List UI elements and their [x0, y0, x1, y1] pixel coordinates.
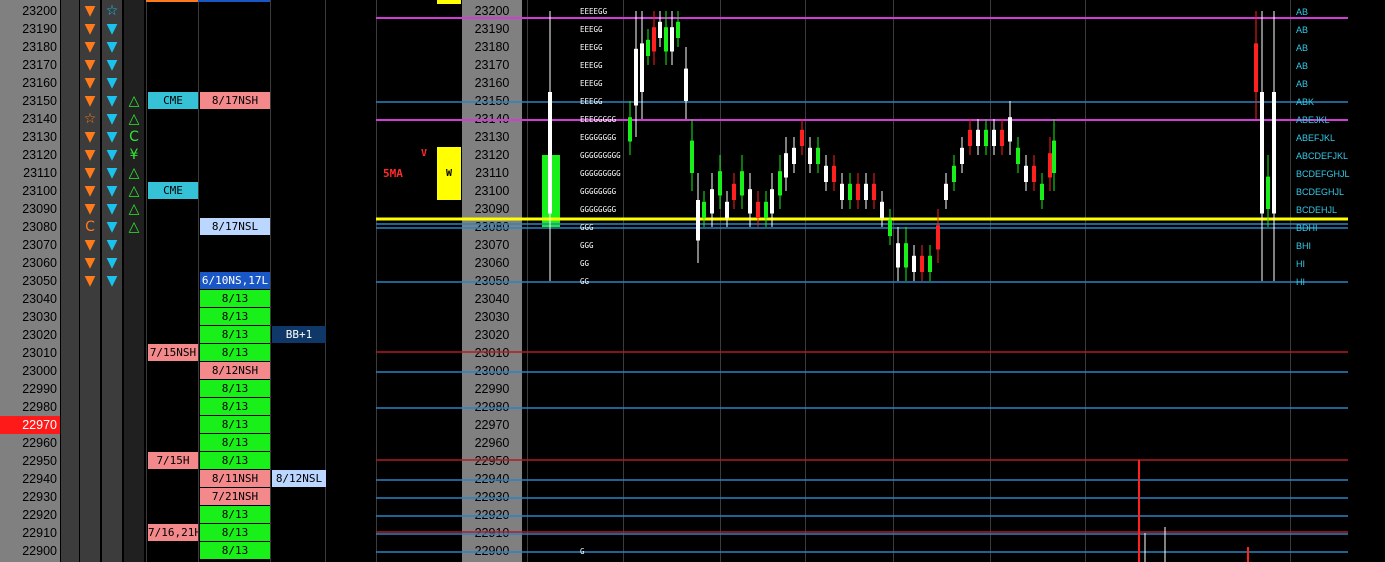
candle-body [808, 147, 812, 164]
candle-body [1032, 165, 1036, 182]
candle-body [676, 21, 680, 38]
candle-body [725, 201, 729, 218]
candle-body [896, 243, 900, 268]
profile-letters: HI [1296, 277, 1305, 287]
candle-body [740, 171, 744, 196]
tpo-letters: GGGGGGGGG [580, 169, 621, 178]
candle-body [548, 92, 552, 214]
candle-body [920, 255, 924, 272]
candle-body [800, 129, 804, 146]
tpo-letters: G [580, 547, 585, 556]
candle-body [840, 183, 844, 200]
candle-body [778, 171, 782, 196]
candle-body [904, 243, 908, 268]
tpo-letters: GG [580, 277, 590, 286]
candle-body [992, 129, 996, 146]
candle-body [1016, 147, 1020, 164]
candle-body [784, 153, 788, 178]
candle-body [732, 183, 736, 200]
candle-body [764, 201, 768, 218]
candle-body [646, 39, 650, 56]
candle-body [968, 129, 972, 146]
candle-body [634, 48, 638, 106]
candle-body [718, 171, 722, 196]
candle-body [1266, 176, 1270, 209]
candle-body [652, 27, 656, 52]
candle-body [1000, 129, 1004, 146]
candle-body [832, 165, 836, 182]
candle-body [748, 189, 752, 214]
profile-letters: BCDEHJL [1296, 205, 1338, 215]
tpo-letters: EEEGG [580, 43, 603, 52]
candle-body [684, 68, 688, 101]
tpo-letters: EEEGG [580, 79, 603, 88]
profile-letters: ABK [1296, 97, 1315, 107]
candle-body [640, 43, 644, 92]
candle-body [770, 189, 774, 214]
profile-letters: AB [1296, 25, 1309, 35]
profile-letters: BCDEFGHJL [1296, 169, 1350, 179]
tpo-letters: GGG [580, 241, 594, 250]
profile-letters: HI [1296, 259, 1305, 269]
candle-body [856, 183, 860, 200]
profile-letters: ABCDEFJKL [1296, 151, 1349, 161]
chart-canvas [376, 11, 1348, 562]
tpo-letters: EEEGG [580, 61, 603, 70]
tpo-letters: GGG [580, 223, 594, 232]
profile-letters: AB [1296, 61, 1309, 71]
candle-body [1254, 43, 1258, 92]
candle-body [628, 117, 632, 142]
tpo-letters: GGGGGGGGG [580, 151, 621, 160]
tpo-letters: EEEEGG [580, 7, 608, 16]
candle-body [1008, 117, 1012, 142]
candle-body [944, 183, 948, 200]
candle-body [848, 183, 852, 200]
candle-body [824, 165, 828, 182]
candle-body [792, 147, 796, 164]
candle-body [702, 201, 706, 218]
candle-body [1272, 92, 1276, 214]
candle-body [1040, 183, 1044, 200]
candle-body [710, 189, 714, 214]
tpo-letters: GGGGGGGG [580, 187, 617, 196]
candle-body [1024, 165, 1028, 182]
candle-body [1052, 140, 1056, 173]
candle-body [756, 201, 760, 218]
candle-body [888, 219, 892, 236]
candle-body [984, 129, 988, 146]
candle-body [960, 147, 964, 164]
candle-body [658, 21, 662, 38]
profile-letters: AB [1296, 7, 1309, 17]
tpo-letters: GGGGGGGG [580, 205, 617, 214]
profile-letters: ABEFJKL [1296, 133, 1336, 143]
tpo-letters: EEEGGGGG [580, 115, 617, 124]
profile-letters: BDHI [1296, 223, 1318, 233]
profile-letters: BHI [1296, 241, 1312, 251]
candle-body [872, 183, 876, 200]
candle-body [864, 183, 868, 200]
profile-letters: AB [1296, 79, 1309, 89]
candle-body [952, 165, 956, 182]
candle-body [912, 255, 916, 272]
profile-letters: AB [1296, 43, 1309, 53]
tpo-letters: EEEGG [580, 97, 603, 106]
candle-body [670, 27, 674, 52]
candle-body [696, 200, 700, 241]
candle-body [976, 129, 980, 146]
candle-body [664, 27, 668, 52]
candle-body [928, 255, 932, 272]
candle-body [816, 147, 820, 164]
tpo-letters: EEEGG [580, 25, 603, 34]
tpo-letters: EGGGGGGG [580, 133, 617, 142]
profile-letters: ABEJKL [1296, 115, 1330, 125]
candle-body [936, 225, 940, 250]
profile-letters: BCDEGHJL [1296, 187, 1345, 197]
candle-body [880, 201, 884, 218]
candle-body [1048, 153, 1052, 178]
candle-body [690, 140, 694, 173]
candle-body [1260, 92, 1264, 214]
tpo-letters: GG [580, 259, 590, 268]
